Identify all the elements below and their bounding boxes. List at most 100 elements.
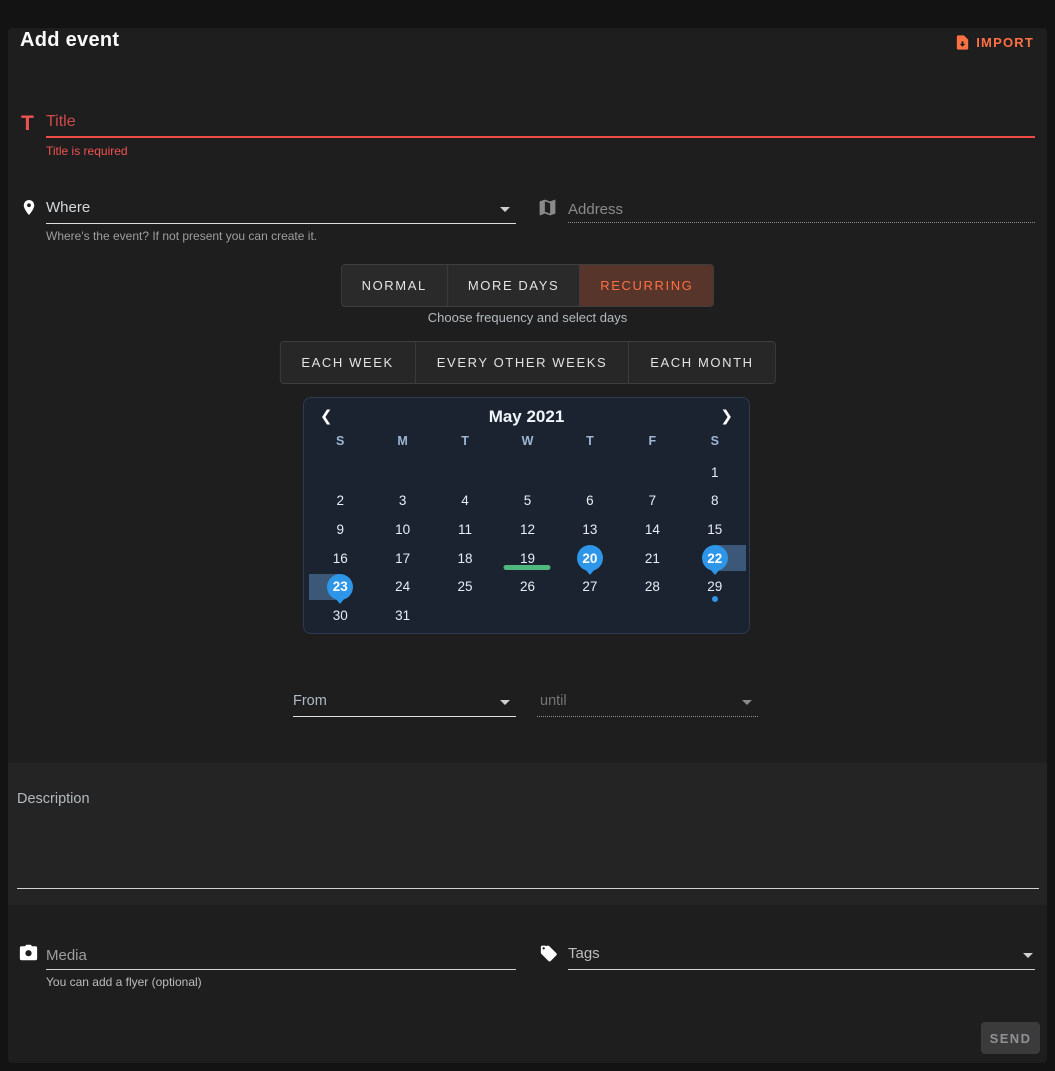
- frequency-caption: Choose frequency and select days: [428, 310, 627, 325]
- calendar-day-number: 1: [702, 459, 728, 485]
- calendar-empty-cell: [621, 601, 683, 630]
- calendar-day-number: 17: [390, 545, 416, 571]
- address-input[interactable]: [568, 196, 1035, 223]
- calendar-day[interactable]: 15: [684, 515, 746, 544]
- calendar-day[interactable]: 17: [371, 544, 433, 573]
- where-helper-text: Where's the event? If not present you ca…: [46, 229, 317, 243]
- calendar: ❮ May 2021 ❯ SMTWTFS 1234567891011121314…: [303, 397, 750, 634]
- calendar-day[interactable]: 6: [559, 487, 621, 516]
- calendar-day-header: S: [684, 434, 746, 448]
- mode-tabs: NORMALMORE DAYSRECURRING: [341, 264, 715, 307]
- calendar-day-number: 9: [327, 516, 353, 542]
- calendar-empty-cell: [434, 458, 496, 487]
- calendar-day[interactable]: 28: [621, 572, 683, 601]
- calendar-day-number: 4: [452, 488, 478, 514]
- calendar-day-number: 14: [639, 516, 665, 542]
- calendar-day-number: 15: [702, 516, 728, 542]
- calendar-day-number: 26: [514, 574, 540, 600]
- calendar-next-button[interactable]: ❯: [714, 405, 739, 427]
- calendar-day-header: T: [559, 434, 621, 448]
- tab-more-days[interactable]: MORE DAYS: [447, 265, 579, 306]
- description-textarea[interactable]: [17, 785, 1039, 889]
- calendar-day[interactable]: 13: [559, 515, 621, 544]
- calendar-day-number: 18: [452, 545, 478, 571]
- tags-icon: [537, 944, 559, 968]
- event-dot-marker: [712, 596, 718, 602]
- calendar-day-header: T: [434, 434, 496, 448]
- calendar-day-number: 25: [452, 574, 478, 600]
- camera-icon: [18, 943, 39, 967]
- calendar-day[interactable]: 5: [496, 487, 558, 516]
- calendar-day-number: 12: [514, 516, 540, 542]
- calendar-day-number: 21: [639, 545, 665, 571]
- calendar-day[interactable]: 30: [309, 601, 371, 630]
- calendar-day[interactable]: 2: [309, 487, 371, 516]
- calendar-day[interactable]: 16: [309, 544, 371, 573]
- map-icon: [537, 197, 558, 223]
- calendar-day-number: 23: [327, 574, 353, 600]
- calendar-day[interactable]: 26: [496, 572, 558, 601]
- calendar-day-headers: SMTWTFS: [309, 434, 746, 448]
- calendar-day[interactable]: 7: [621, 487, 683, 516]
- calendar-day[interactable]: 11: [434, 515, 496, 544]
- calendar-day[interactable]: 3: [371, 487, 433, 516]
- tags-select[interactable]: Tags: [568, 941, 1035, 970]
- calendar-day-number: 16: [327, 545, 353, 571]
- calendar-empty-cell: [559, 458, 621, 487]
- calendar-day[interactable]: 29: [684, 572, 746, 601]
- tab-normal[interactable]: NORMAL: [342, 265, 447, 306]
- calendar-day-number: 28: [639, 574, 665, 600]
- calendar-day-number: 10: [390, 516, 416, 542]
- location-pin-icon: [20, 196, 38, 224]
- today-underline-marker: [504, 565, 551, 570]
- where-label: Where: [46, 199, 90, 216]
- calendar-day[interactable]: 27: [559, 572, 621, 601]
- calendar-day-number: 22: [702, 545, 728, 571]
- calendar-day[interactable]: 22: [684, 544, 746, 573]
- calendar-empty-cell: [309, 458, 371, 487]
- calendar-empty-cell: [434, 601, 496, 630]
- calendar-day-number: 20: [577, 545, 603, 571]
- frequency-option-every-other-weeks[interactable]: EVERY OTHER WEEKS: [415, 342, 628, 383]
- media-input[interactable]: [46, 941, 516, 970]
- chevron-down-icon: [500, 207, 510, 212]
- calendar-day[interactable]: 23: [309, 572, 371, 601]
- frequency-option-each-month[interactable]: EACH MONTH: [628, 342, 774, 383]
- calendar-day[interactable]: 8: [684, 487, 746, 516]
- calendar-day[interactable]: 14: [621, 515, 683, 544]
- calendar-day[interactable]: 12: [496, 515, 558, 544]
- send-button[interactable]: SEND: [981, 1022, 1040, 1054]
- calendar-day[interactable]: 10: [371, 515, 433, 544]
- tab-recurring[interactable]: RECURRING: [579, 265, 713, 306]
- calendar-day-number: 5: [514, 488, 540, 514]
- chevron-down-icon: [742, 700, 752, 705]
- import-button[interactable]: IMPORT: [952, 30, 1036, 55]
- title-error: Title is required: [46, 144, 128, 158]
- calendar-empty-cell: [684, 601, 746, 630]
- until-time-select[interactable]: until: [537, 689, 758, 717]
- calendar-day[interactable]: 18: [434, 544, 496, 573]
- where-select[interactable]: Where: [46, 196, 516, 224]
- calendar-day[interactable]: 20: [559, 544, 621, 573]
- calendar-day[interactable]: 1: [684, 458, 746, 487]
- calendar-day-number: 31: [390, 602, 416, 628]
- calendar-day[interactable]: 9: [309, 515, 371, 544]
- calendar-day[interactable]: 19: [496, 544, 558, 573]
- from-time-select[interactable]: From: [293, 689, 516, 717]
- calendar-empty-cell: [496, 601, 558, 630]
- calendar-day[interactable]: 24: [371, 572, 433, 601]
- frequency-option-each-week[interactable]: EACH WEEK: [280, 342, 414, 383]
- calendar-empty-cell: [371, 458, 433, 487]
- calendar-day-number: 7: [639, 488, 665, 514]
- calendar-day[interactable]: 21: [621, 544, 683, 573]
- calendar-day-number: 3: [390, 488, 416, 514]
- calendar-day[interactable]: 25: [434, 572, 496, 601]
- calendar-day[interactable]: 31: [371, 601, 433, 630]
- title-input[interactable]: [46, 108, 1035, 138]
- until-label: until: [540, 693, 567, 709]
- calendar-day[interactable]: 4: [434, 487, 496, 516]
- chevron-down-icon: [500, 700, 510, 705]
- media-helper-text: You can add a flyer (optional): [46, 975, 202, 989]
- calendar-empty-cell: [559, 601, 621, 630]
- calendar-month-label: May 2021: [304, 407, 749, 427]
